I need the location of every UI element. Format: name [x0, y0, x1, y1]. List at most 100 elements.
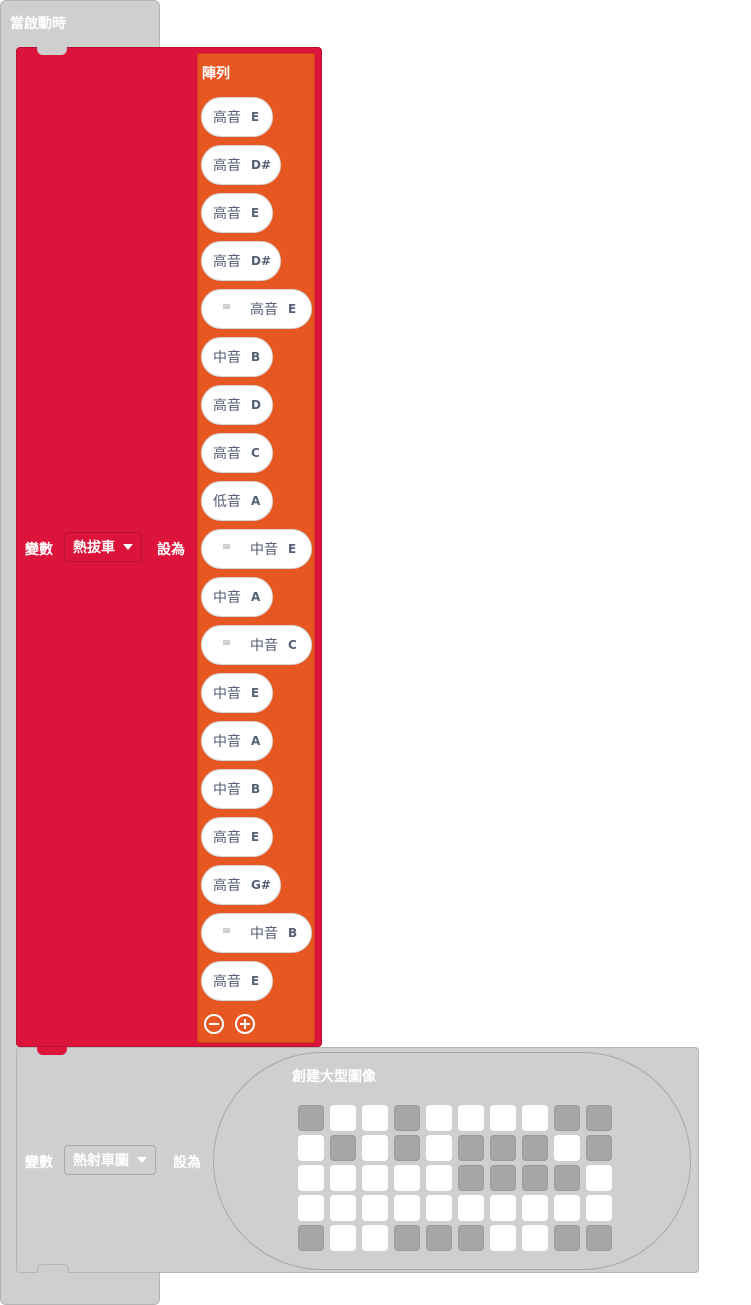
led-cell[interactable]	[522, 1165, 548, 1191]
variable-name: 熱射車圖	[73, 1153, 129, 1169]
led-cell[interactable]	[330, 1165, 356, 1191]
note-block[interactable]: 中音 A	[201, 721, 273, 761]
note-pitch: A	[251, 734, 261, 748]
led-cell[interactable]	[330, 1105, 356, 1131]
led-cell[interactable]	[426, 1105, 452, 1131]
led-cell[interactable]	[362, 1105, 388, 1131]
led-cell[interactable]	[490, 1135, 516, 1161]
note-octave: 高音	[213, 446, 241, 462]
drag-handle-icon	[223, 928, 230, 933]
variable-dropdown[interactable]: 熱射車圖	[64, 1145, 156, 1175]
note-octave: 中音	[250, 542, 278, 558]
led-cell[interactable]	[586, 1225, 612, 1251]
image-block-title: 創建大型圖像	[292, 1069, 376, 1085]
led-cell[interactable]	[554, 1195, 580, 1221]
note-block[interactable]: 中音 E	[201, 529, 312, 569]
led-cell[interactable]	[586, 1135, 612, 1161]
create-big-image-block[interactable]: 創建大型圖像	[213, 1052, 691, 1270]
led-cell[interactable]	[362, 1195, 388, 1221]
note-pitch: D#	[251, 254, 272, 268]
note-octave: 高音	[213, 254, 241, 270]
led-cell[interactable]	[522, 1195, 548, 1221]
led-cell[interactable]	[298, 1195, 324, 1221]
led-cell[interactable]	[522, 1105, 548, 1131]
set-variable-block-2[interactable]: 變數 熱射車圖 設為 創建大型圖像	[16, 1047, 699, 1273]
led-cell[interactable]	[490, 1105, 516, 1131]
led-cell[interactable]	[458, 1165, 484, 1191]
led-cell[interactable]	[458, 1135, 484, 1161]
plus-circle-icon[interactable]	[235, 1014, 255, 1034]
note-block[interactable]: 中音 B	[201, 337, 273, 377]
note-pitch: B	[251, 350, 261, 364]
led-cell[interactable]	[426, 1165, 452, 1191]
note-block[interactable]: 高音 E	[201, 193, 273, 233]
led-cell[interactable]	[554, 1225, 580, 1251]
led-cell[interactable]	[298, 1225, 324, 1251]
note-block[interactable]: 高音 E	[201, 817, 273, 857]
note-pitch: E	[288, 542, 297, 556]
led-cell[interactable]	[362, 1225, 388, 1251]
led-cell[interactable]	[394, 1225, 420, 1251]
led-cell[interactable]	[554, 1135, 580, 1161]
led-cell[interactable]	[490, 1165, 516, 1191]
led-cell[interactable]	[362, 1135, 388, 1161]
led-cell[interactable]	[330, 1135, 356, 1161]
note-block[interactable]: 中音 B	[201, 769, 273, 809]
note-block[interactable]: 高音 G#	[201, 865, 281, 905]
note-block[interactable]: 中音 B	[201, 913, 312, 953]
led-cell[interactable]	[426, 1225, 452, 1251]
note-octave: 高音	[213, 158, 241, 174]
note-pitch: B	[288, 926, 298, 940]
on-start-label: 當啟動時	[10, 16, 66, 32]
led-cell[interactable]	[586, 1105, 612, 1131]
note-block[interactable]: 高音 D#	[201, 145, 281, 185]
note-block[interactable]: 中音 E	[201, 673, 273, 713]
note-block[interactable]: 高音 E	[201, 961, 273, 1001]
led-cell[interactable]	[298, 1135, 324, 1161]
note-block[interactable]: 中音 C	[201, 625, 312, 665]
led-cell[interactable]	[490, 1225, 516, 1251]
note-block[interactable]: 高音 C	[201, 433, 273, 473]
led-cell[interactable]	[458, 1105, 484, 1131]
note-block[interactable]: 高音 D#	[201, 241, 281, 281]
note-octave: 高音	[250, 302, 278, 318]
note-pitch: E	[251, 206, 260, 220]
note-block[interactable]: 中音 A	[201, 577, 273, 617]
led-cell[interactable]	[586, 1165, 612, 1191]
led-cell[interactable]	[522, 1225, 548, 1251]
note-pitch: C	[288, 638, 297, 652]
set-variable-block-1[interactable]: 變數 熱拔車 設為 陣列 高音 E 高音 D# 高音 E 高音 D# 高音 E 中音 B 高音 D 高音 C 低…	[16, 47, 322, 1047]
led-cell[interactable]	[298, 1165, 324, 1191]
led-cell[interactable]	[458, 1195, 484, 1221]
led-cell[interactable]	[490, 1195, 516, 1221]
block-notch	[37, 47, 67, 55]
led-grid	[298, 1105, 614, 1253]
note-pitch: A	[251, 494, 261, 508]
led-cell[interactable]	[394, 1165, 420, 1191]
variable-dropdown[interactable]: 熱拔車	[64, 532, 142, 562]
led-cell[interactable]	[394, 1105, 420, 1131]
led-cell[interactable]	[458, 1225, 484, 1251]
note-octave: 中音	[250, 638, 278, 654]
led-cell[interactable]	[522, 1135, 548, 1161]
led-cell[interactable]	[554, 1105, 580, 1131]
note-pitch: E	[251, 110, 260, 124]
led-cell[interactable]	[426, 1135, 452, 1161]
note-octave: 低音	[213, 494, 241, 510]
note-block[interactable]: 低音 A	[201, 481, 273, 521]
led-cell[interactable]	[330, 1225, 356, 1251]
led-cell[interactable]	[586, 1195, 612, 1221]
note-octave: 中音	[213, 590, 241, 606]
array-block[interactable]: 陣列 高音 E 高音 D# 高音 E 高音 D# 高音 E 中音 B 高音 D 高音 C 低音 A 中音 E 中音 A 中音…	[197, 53, 315, 1043]
led-cell[interactable]	[394, 1195, 420, 1221]
led-cell[interactable]	[426, 1195, 452, 1221]
note-block[interactable]: 高音 E	[201, 289, 312, 329]
led-cell[interactable]	[330, 1195, 356, 1221]
note-block[interactable]: 高音 D	[201, 385, 273, 425]
led-cell[interactable]	[394, 1135, 420, 1161]
led-cell[interactable]	[554, 1165, 580, 1191]
note-block[interactable]: 高音 E	[201, 97, 273, 137]
led-cell[interactable]	[298, 1105, 324, 1131]
led-cell[interactable]	[362, 1165, 388, 1191]
minus-circle-icon[interactable]	[204, 1014, 224, 1034]
